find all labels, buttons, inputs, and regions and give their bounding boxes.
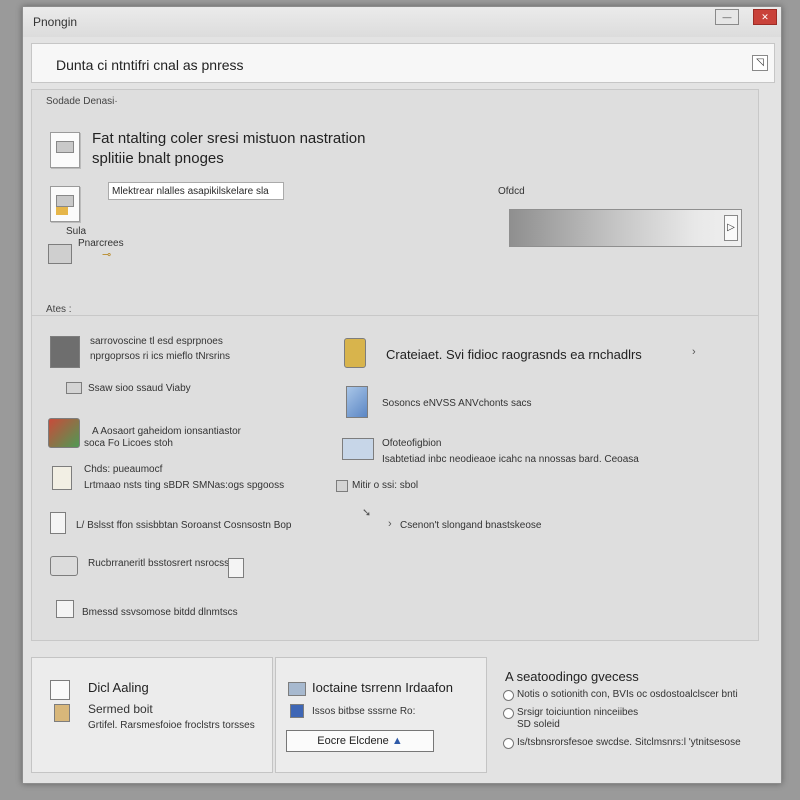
- image-icon: [346, 386, 368, 418]
- right-item-3-line1[interactable]: Ofoteofigbion: [382, 438, 442, 449]
- preview-label: Ofdcd: [498, 186, 525, 197]
- name-field[interactable]: Mlektrear nlalles asapikilskelare sla: [108, 182, 284, 200]
- left-item-4-line2[interactable]: Lrtmaao nsts ting sBDR SMNas:ogs spgooss: [84, 480, 284, 491]
- left-item-4-line1[interactable]: Chds: pueaumocf: [84, 464, 162, 475]
- preview-handle[interactable]: ▷: [724, 215, 738, 241]
- left-item-3-line2[interactable]: soca Fo Licoes stoh: [84, 438, 173, 449]
- left-item-1-line1[interactable]: sarrovoscine tl esd esprpnoes: [90, 336, 223, 347]
- left-item-1-line2[interactable]: nprgoprsos ri ics mieflo tNrsrins: [90, 351, 230, 362]
- page-icon: [50, 512, 66, 534]
- resize-icon[interactable]: ◹: [752, 55, 768, 71]
- top-heading-line1: Fat ntalting coler sresi mistuon nastrat…: [92, 130, 366, 147]
- drive-icon: [50, 556, 78, 576]
- arrow-icon: ➘: [362, 507, 372, 519]
- tiny-box-icon: [336, 480, 348, 492]
- chevron-small-icon[interactable]: ›: [388, 518, 392, 530]
- window-icon: [342, 438, 374, 460]
- minimize-button[interactable]: —: [715, 9, 739, 25]
- close-button[interactable]: ✕: [753, 9, 777, 25]
- small-box-icon: [66, 382, 82, 394]
- printer-icon: [50, 336, 80, 368]
- left-item-3-line1[interactable]: A Aosaort gaheidom ionsantiastor: [92, 426, 241, 437]
- section-label: Sodade Denasi·: [46, 96, 118, 107]
- header-bar: Dunta ci ntntifri cnal as pnress ◹: [31, 43, 775, 83]
- card-icon: [288, 682, 306, 696]
- bottom-left-card: Dicl Aaling Sermed boit Grtifel. Rarsmes…: [31, 657, 273, 773]
- small-label-1: Sula: [66, 226, 87, 237]
- right-item-4[interactable]: Mitir o ssi: sbol: [352, 480, 418, 491]
- file-check-icon: [228, 558, 244, 578]
- window-title: Pnongin: [33, 15, 78, 29]
- bottom-right-title: A seatoodingo gvecess: [505, 669, 639, 684]
- chevron-right-icon[interactable]: ›: [692, 346, 696, 358]
- bottom-left-subtitle: Sermed boit: [88, 702, 153, 716]
- file-icon: [50, 186, 80, 222]
- left-item-6[interactable]: Rucbrraneritl bsstosrert nsrocss: [88, 558, 229, 569]
- bottom-mid-title: Ioctaine tsrrenn Irdaafon: [312, 680, 453, 695]
- tool-icon: [54, 704, 70, 722]
- divider: [32, 315, 758, 316]
- document-icon: [50, 132, 80, 168]
- list-label: Ates :: [46, 304, 72, 315]
- right-item-2[interactable]: Sosoncs eNVSS ANVchonts sacs: [382, 398, 532, 409]
- key-icon: ⊸: [102, 249, 112, 261]
- bottom-left-desc: Grtifel. Rarsmesfoioe froclstrs torsses: [88, 720, 255, 731]
- action-button-label: Eocre Elcdene: [317, 735, 389, 747]
- book-icon: [50, 680, 70, 700]
- clipboard-icon: [56, 600, 74, 618]
- left-item-5[interactable]: L/ Bslsst ffon ssisbbtan Soroanst Cosnso…: [76, 520, 292, 531]
- right-item-3-line2[interactable]: Isabtetiad inbc neodieaoe icahc na nnoss…: [382, 454, 639, 465]
- action-button[interactable]: Eocre Elcdene ▲: [286, 730, 434, 752]
- action-button-icon: ▲: [391, 735, 403, 747]
- option-radio-2[interactable]: [503, 708, 514, 719]
- page-title: Dunta ci ntntifri cnal as pnress: [56, 57, 244, 73]
- bottom-mid-desc: Issos bitbse sssrne Ro:: [312, 706, 416, 717]
- application-window: Pnongin — ✕ Dunta ci ntntifri cnal as pn…: [22, 6, 782, 784]
- main-panel: Sodade Denasi· Fat ntalting coler sresi …: [31, 89, 759, 641]
- left-item-2[interactable]: Ssaw sioo ssaud Viaby: [88, 383, 191, 394]
- bottom-mid-card: Ioctaine tsrrenn Irdaafon Issos bitbse s…: [275, 657, 487, 773]
- option-radio-3[interactable]: [503, 738, 514, 749]
- option-label-2b[interactable]: SD soleid: [517, 719, 560, 730]
- blue-doc-icon: [290, 704, 304, 718]
- small-label-2: Pnarcrees: [78, 238, 124, 249]
- title-bar: Pnongin — ✕: [23, 7, 781, 37]
- left-item-7[interactable]: Bmessd ssvsomose bitdd dlnmtscs: [82, 607, 238, 618]
- option-label-1[interactable]: Notis o sotionith con, BVIs oc osdostoal…: [517, 689, 738, 700]
- lock-icon: [344, 338, 366, 368]
- monitor-icon: [48, 244, 72, 264]
- chart-icon: [48, 418, 80, 448]
- right-item-5[interactable]: Csenon't slongand bnastskeose: [400, 520, 541, 531]
- top-heading-line2: splitiie bnalt pnoges: [92, 150, 224, 167]
- option-label-2[interactable]: Srsigr toiciuntion ninceiibes: [517, 707, 638, 718]
- option-radio-1[interactable]: [503, 690, 514, 701]
- option-label-3[interactable]: Is/tsbnsrorsfesoe swcdse. Sitclmsnrs:l '…: [517, 737, 741, 748]
- bottom-right-options: A seatoodingo gvecess Notis o sotionith …: [499, 657, 775, 771]
- right-item-1[interactable]: Crateiaet. Svi fidioc raograsnds ea rnch…: [386, 347, 642, 362]
- hand-icon: [52, 466, 72, 490]
- preview-gradient: ▷: [509, 209, 742, 247]
- bottom-left-title: Dicl Aaling: [88, 680, 149, 695]
